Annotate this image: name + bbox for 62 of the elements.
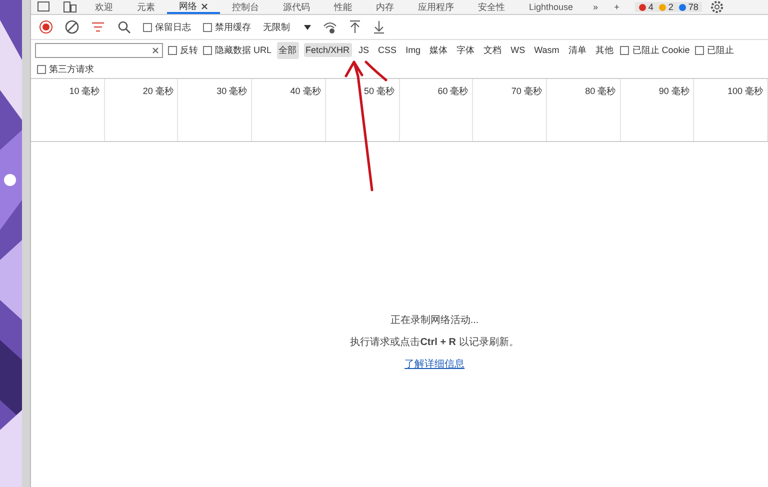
- time-tick-label: 10 毫秒: [69, 86, 100, 96]
- hint-text: 执行请求或点击Ctrl + R 以记录刷新。: [350, 336, 519, 349]
- panel-tab[interactable]: 性能: [322, 0, 364, 14]
- type-filter-button[interactable]: Img: [404, 43, 423, 57]
- download-icon[interactable]: [373, 20, 385, 34]
- panel-tab[interactable]: 网络: [167, 0, 220, 14]
- panel-tab[interactable]: 元素: [125, 0, 167, 14]
- panel-tab[interactable]: 源代码: [271, 0, 322, 14]
- panel-tab[interactable]: 内存: [364, 0, 406, 14]
- panel-tab[interactable]: 应用程序: [406, 0, 466, 14]
- filter-field[interactable]: [35, 42, 163, 58]
- time-tick-label: 20 毫秒: [142, 86, 174, 96]
- time-tick-label: 60 毫秒: [438, 86, 468, 96]
- type-filter-button[interactable]: Fetch/XHR: [304, 43, 352, 57]
- count-label: 4: [648, 2, 654, 12]
- hide-data-urls-checkbox[interactable]: 隐藏数据 URL: [203, 44, 272, 56]
- upload-icon[interactable]: [349, 20, 361, 34]
- caret-icon[interactable]: [304, 24, 311, 30]
- recording-message: 正在录制网络活动...: [390, 314, 479, 327]
- panel-tab[interactable]: 控制台: [220, 0, 271, 14]
- preserve-log-checkbox[interactable]: 保留日志: [143, 20, 191, 34]
- count-label: 78: [688, 2, 698, 12]
- panel-tab[interactable]: 安全性: [466, 0, 517, 14]
- type-filter-button[interactable]: 文档: [482, 42, 504, 58]
- clear-icon[interactable]: [65, 20, 79, 34]
- search-icon[interactable]: [117, 20, 131, 34]
- count-label: 2: [668, 2, 674, 12]
- invert-checkbox[interactable]: 反转: [168, 44, 198, 56]
- time-tick-label: 100 毫秒: [728, 86, 764, 96]
- blocked-requests-checkbox[interactable]: 已阻止: [694, 44, 734, 56]
- panel-tab[interactable]: Lighthouse: [517, 0, 586, 14]
- clear-icon[interactable]: [152, 46, 159, 54]
- type-filter-button[interactable]: 其他: [593, 42, 616, 58]
- third-party-checkbox[interactable]: 第三方请求: [37, 62, 94, 76]
- type-filter-button[interactable]: 清单: [566, 42, 588, 58]
- wifi-icon[interactable]: [323, 20, 337, 34]
- type-filter-button[interactable]: 全部: [276, 42, 299, 58]
- time-tick-label: 50 毫秒: [364, 86, 395, 96]
- learn-more-link[interactable]: 了解详细信息: [404, 357, 464, 371]
- type-filter-button[interactable]: JS: [356, 43, 372, 57]
- scrollbar[interactable]: [22, 0, 31, 487]
- type-filter-button[interactable]: Wasm: [532, 43, 562, 57]
- time-tick-label: 70 毫秒: [511, 86, 542, 96]
- type-filter-button[interactable]: CSS: [376, 43, 399, 57]
- more-tabs-button[interactable]: »: [585, 2, 606, 12]
- add-tab-button[interactable]: +: [606, 2, 628, 12]
- disable-cache-checkbox[interactable]: 禁用缓存: [203, 20, 251, 34]
- record-icon[interactable]: [39, 20, 53, 34]
- close-icon[interactable]: [201, 2, 208, 10]
- issue-counter[interactable]: 4 2 78: [635, 2, 702, 12]
- time-tick-label: 80 毫秒: [585, 86, 616, 96]
- time-tick-label: 90 毫秒: [658, 86, 690, 96]
- throttle-dropdown[interactable]: 无限制: [263, 20, 311, 34]
- settings-icon[interactable]: [710, 0, 724, 14]
- blocked-cookies-checkbox[interactable]: 已阻止 Cookie: [620, 44, 690, 56]
- panel-tab[interactable]: 欢迎: [83, 0, 125, 14]
- time-tick-label: 30 毫秒: [216, 86, 248, 96]
- type-filter-button[interactable]: 媒体: [428, 42, 450, 58]
- type-filter-button[interactable]: 字体: [454, 42, 477, 58]
- filter-icon[interactable]: [91, 21, 105, 33]
- time-tick-label: 40 毫秒: [290, 86, 321, 96]
- type-filter-button[interactable]: WS: [508, 43, 528, 57]
